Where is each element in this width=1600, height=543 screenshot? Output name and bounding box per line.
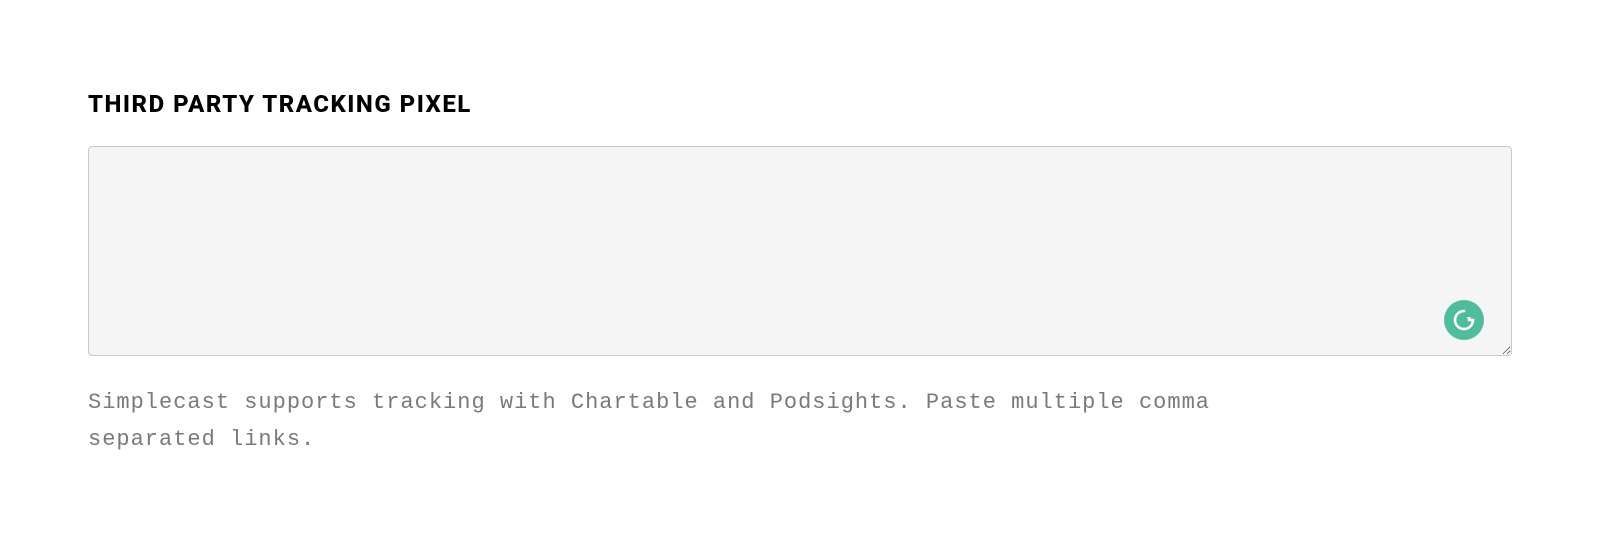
grammarly-icon[interactable]	[1444, 300, 1484, 340]
tracking-pixel-help-text: Simplecast supports tracking with Charta…	[88, 384, 1218, 459]
grammarly-g-icon	[1452, 308, 1476, 332]
tracking-pixel-input[interactable]	[88, 146, 1512, 356]
textarea-wrapper	[88, 146, 1512, 360]
tracking-pixel-field-group: THIRD PARTY TRACKING PIXEL Simplecast su…	[88, 90, 1512, 459]
tracking-pixel-label: THIRD PARTY TRACKING PIXEL	[88, 90, 1512, 118]
